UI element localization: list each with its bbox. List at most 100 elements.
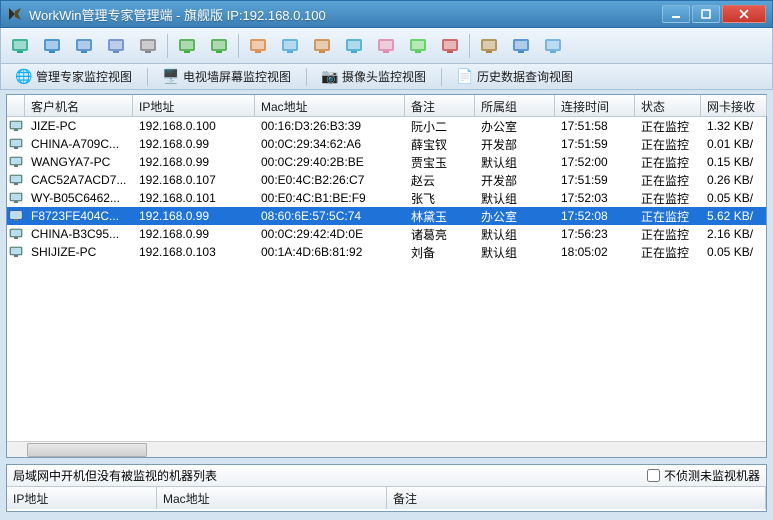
- separator: [469, 34, 470, 58]
- monitor-icon: [7, 210, 25, 222]
- monitor-icon: [7, 174, 25, 186]
- cell-remark: 刘备: [405, 243, 475, 262]
- cell-group: 办公室: [475, 117, 555, 136]
- table-row[interactable]: CAC52A7ACD7...192.168.0.10700:E0:4C:B2:2…: [7, 171, 766, 189]
- cell-group: 默认组: [475, 225, 555, 244]
- table-row[interactable]: F8723FE404C...192.168.0.9908:60:6E:57:5C…: [7, 207, 766, 225]
- cell-time: 18:05:02: [555, 244, 635, 260]
- bcol-ip[interactable]: IP地址: [7, 487, 157, 509]
- separator: [306, 68, 307, 86]
- table-body: JIZE-PC192.168.0.10000:16:D3:26:B3:39阮小二…: [7, 117, 766, 441]
- no-detect-checkbox[interactable]: 不侦测未监视机器: [647, 467, 760, 484]
- logs-icon[interactable]: [309, 33, 335, 59]
- cell-time: 17:51:59: [555, 172, 635, 188]
- cell-remark: 诸葛亮: [405, 225, 475, 244]
- help-icon[interactable]: [540, 33, 566, 59]
- cell-net: 0.01 KB/: [701, 136, 766, 152]
- client-table: 客户机名 IP地址 Mac地址 备注 所属组 连接时间 状态 网卡接收 JIZE…: [6, 94, 767, 458]
- cell-net: 5.62 KB/: [701, 208, 766, 224]
- camera-icon[interactable]: [437, 33, 463, 59]
- no-detect-input[interactable]: [647, 469, 660, 482]
- bcol-remark[interactable]: 备注: [387, 487, 766, 509]
- bcol-mac[interactable]: Mac地址: [157, 487, 387, 509]
- document-icon: 📄: [457, 69, 473, 85]
- cell-status: 正在监控: [635, 153, 701, 172]
- users-icon[interactable]: [7, 33, 33, 59]
- separator: [167, 34, 168, 58]
- cell-ip: 192.168.0.99: [133, 208, 255, 224]
- arrow-right-icon[interactable]: [206, 33, 232, 59]
- display-icon[interactable]: [103, 33, 129, 59]
- table-row[interactable]: WANGYA7-PC192.168.0.9900:0C:29:40:2B:BE贾…: [7, 153, 766, 171]
- col-conn-time[interactable]: 连接时间: [555, 95, 635, 116]
- user-icon[interactable]: [508, 33, 534, 59]
- cell-time: 17:52:03: [555, 190, 635, 206]
- cell-group: 开发部: [475, 135, 555, 154]
- tab-camera-view[interactable]: 📷 摄像头监控视图: [313, 65, 435, 88]
- tab-monitor-view[interactable]: 🌐 管理专家监控视图: [7, 65, 141, 88]
- tab-history-view[interactable]: 📄 历史数据查询视图: [448, 65, 582, 88]
- col-client-name[interactable]: 客户机名: [25, 95, 133, 116]
- tab-tvwall-view[interactable]: 🖥️ 电视墙屏幕监控视图: [154, 65, 300, 88]
- cell-ip: 192.168.0.99: [133, 154, 255, 170]
- col-status[interactable]: 状态: [635, 95, 701, 116]
- close-button[interactable]: [722, 5, 766, 23]
- cell-time: 17:52:08: [555, 208, 635, 224]
- view-tabs: 🌐 管理专家监控视图 🖥️ 电视墙屏幕监控视图 📷 摄像头监控视图 📄 历史数据…: [0, 64, 773, 90]
- search-icon[interactable]: [373, 33, 399, 59]
- window-controls: [662, 5, 766, 23]
- col-net[interactable]: 网卡接收: [701, 95, 767, 116]
- lock-icon[interactable]: [476, 33, 502, 59]
- cell-name: JIZE-PC: [25, 118, 133, 134]
- table-row[interactable]: SHIJIZE-PC192.168.0.10300:1A:4D:6B:81:92…: [7, 243, 766, 261]
- files-icon[interactable]: [245, 33, 271, 59]
- screen-icon[interactable]: [71, 33, 97, 59]
- cell-ip: 192.168.0.100: [133, 118, 255, 134]
- window-titlebar[interactable]: WorkWin管理专家管理端 - 旗舰版 IP:192.168.0.100: [0, 0, 773, 28]
- arrow-left-icon[interactable]: [174, 33, 200, 59]
- col-group[interactable]: 所属组: [475, 95, 555, 116]
- cell-remark: 薛宝钗: [405, 135, 475, 154]
- maximize-button[interactable]: [692, 5, 720, 23]
- table-row[interactable]: CHINA-B3C95...192.168.0.9900:0C:29:42:4D…: [7, 225, 766, 243]
- cell-status: 正在监控: [635, 135, 701, 154]
- cell-remark: 林黛玉: [405, 207, 475, 226]
- cell-ip: 192.168.0.99: [133, 136, 255, 152]
- table-row[interactable]: JIZE-PC192.168.0.10000:16:D3:26:B3:39阮小二…: [7, 117, 766, 135]
- cell-name: WY-B05C6462...: [25, 190, 133, 206]
- chat-icon[interactable]: [277, 33, 303, 59]
- monitor-icon: [7, 120, 25, 132]
- camera-icon: 📷: [322, 69, 338, 85]
- computer-icon[interactable]: [39, 33, 65, 59]
- cell-net: 1.32 KB/: [701, 118, 766, 134]
- horizontal-scrollbar[interactable]: [7, 441, 766, 457]
- settings-icon[interactable]: [135, 33, 161, 59]
- window-title: WorkWin管理专家管理端 - 旗舰版 IP:192.168.0.100: [29, 5, 662, 24]
- cell-mac: 00:16:D3:26:B3:39: [255, 118, 405, 134]
- col-remark[interactable]: 备注: [405, 95, 475, 116]
- refresh-icon[interactable]: [341, 33, 367, 59]
- cell-status: 正在监控: [635, 207, 701, 226]
- cell-group: 默认组: [475, 243, 555, 262]
- table-row[interactable]: WY-B05C6462...192.168.0.10100:E0:4C:B1:B…: [7, 189, 766, 207]
- monitor-icon: [7, 138, 25, 150]
- col-mac[interactable]: Mac地址: [255, 95, 405, 116]
- cell-remark: 赵云: [405, 171, 475, 190]
- table-row[interactable]: CHINA-A709C...192.168.0.9900:0C:29:34:62…: [7, 135, 766, 153]
- cell-name: CAC52A7ACD7...: [25, 172, 133, 188]
- cell-name: F8723FE404C...: [25, 208, 133, 224]
- cell-name: CHINA-A709C...: [25, 136, 133, 152]
- cell-ip: 192.168.0.103: [133, 244, 255, 260]
- separator: [441, 68, 442, 86]
- cell-net: 0.26 KB/: [701, 172, 766, 188]
- cell-group: 开发部: [475, 171, 555, 190]
- separator: [238, 34, 239, 58]
- message-icon[interactable]: [405, 33, 431, 59]
- grid-icon: 🖥️: [163, 69, 179, 85]
- col-ip[interactable]: IP地址: [133, 95, 255, 116]
- cell-net: 0.05 KB/: [701, 190, 766, 206]
- minimize-button[interactable]: [662, 5, 690, 23]
- scroll-thumb[interactable]: [27, 443, 147, 457]
- col-icon[interactable]: [7, 95, 25, 116]
- app-icon: [7, 6, 23, 22]
